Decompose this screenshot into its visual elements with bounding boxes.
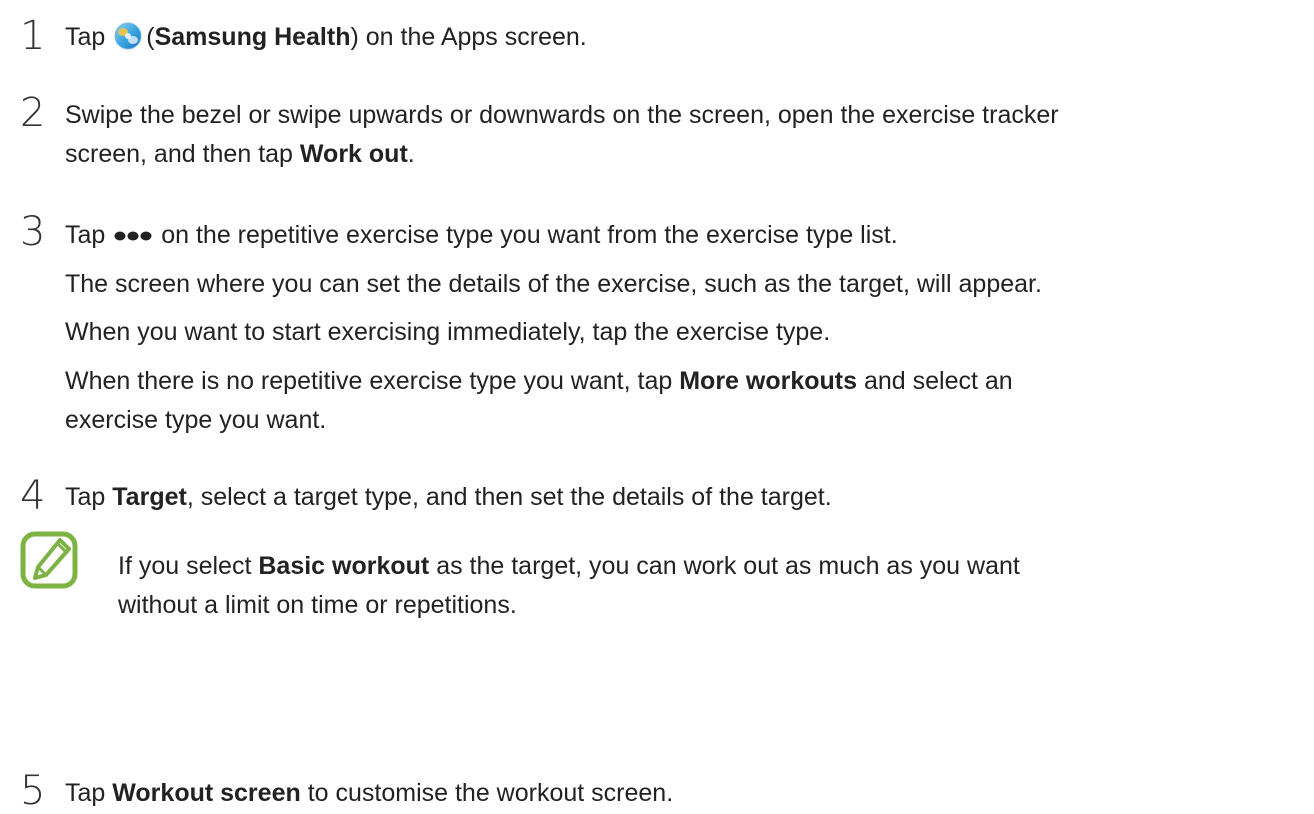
step-text-part: , select a target type, and then set the… (186, 483, 832, 511)
step-text-part: Tap (65, 221, 106, 249)
step-text: Tap on the repetitive exercise type you … (65, 219, 898, 250)
note-text-part: If you select (118, 552, 252, 580)
step-text-part: ( (146, 23, 155, 51)
ui-term: Work out (299, 140, 408, 168)
step-text-part: and select an (863, 367, 1013, 395)
app-name: Samsung Health (154, 23, 351, 51)
step-text: Tap Target, select a target type, and th… (65, 482, 832, 512)
note-pencil-icon (20, 531, 78, 589)
step-paragraph: When you want to start exercising immedi… (65, 318, 831, 346)
step-paragraph: The screen where you can set the details… (65, 270, 1042, 298)
step-text-part: When there is no repetitive exercise typ… (65, 367, 673, 395)
samsung-health-app-icon (114, 22, 142, 50)
step-text-part: to customise the workout screen. (307, 779, 674, 807)
document-page: 1 Tap (Samsung Health) on the Apps scree… (0, 0, 1314, 814)
step-paragraph: When there is no repetitive exercise typ… (65, 366, 1013, 396)
step-text-part: ) on the Apps screen. (350, 23, 587, 51)
step-text-part: Tap (65, 779, 106, 807)
step-number: 4 (20, 473, 46, 519)
step-text-part: on the repetitive exercise type you want… (161, 221, 898, 249)
note-text: If you select Basic workout as the targe… (118, 551, 1020, 581)
step-paragraph: exercise type you want. (65, 406, 327, 434)
step-number: 2 (20, 90, 46, 136)
note-text: without a limit on time or repetitions. (118, 591, 517, 619)
note-text-part: as the target, you can work out as much … (436, 552, 1020, 580)
step-number: 3 (20, 209, 46, 255)
ui-term: Basic workout (258, 552, 430, 580)
step-text: Tap Workout screen to customise the work… (65, 778, 673, 808)
ui-term: More workouts (679, 367, 858, 395)
more-options-dots-icon (114, 219, 152, 249)
ui-term: Workout screen (112, 779, 301, 807)
ui-term: Target (112, 483, 187, 511)
step-text: screen, and then tap Work out. (65, 139, 415, 169)
step-text-part: . (407, 140, 415, 168)
step-text-part: screen, and then tap (65, 140, 293, 168)
step-text: Tap (Samsung Health) on the Apps screen. (65, 22, 587, 52)
step-text-part: Tap (65, 23, 106, 51)
step-text: Swipe the bezel or swipe upwards or down… (65, 101, 1059, 129)
step-number: 1 (20, 13, 46, 59)
step-text-part: Tap (65, 483, 106, 511)
step-number: 5 (20, 768, 46, 814)
